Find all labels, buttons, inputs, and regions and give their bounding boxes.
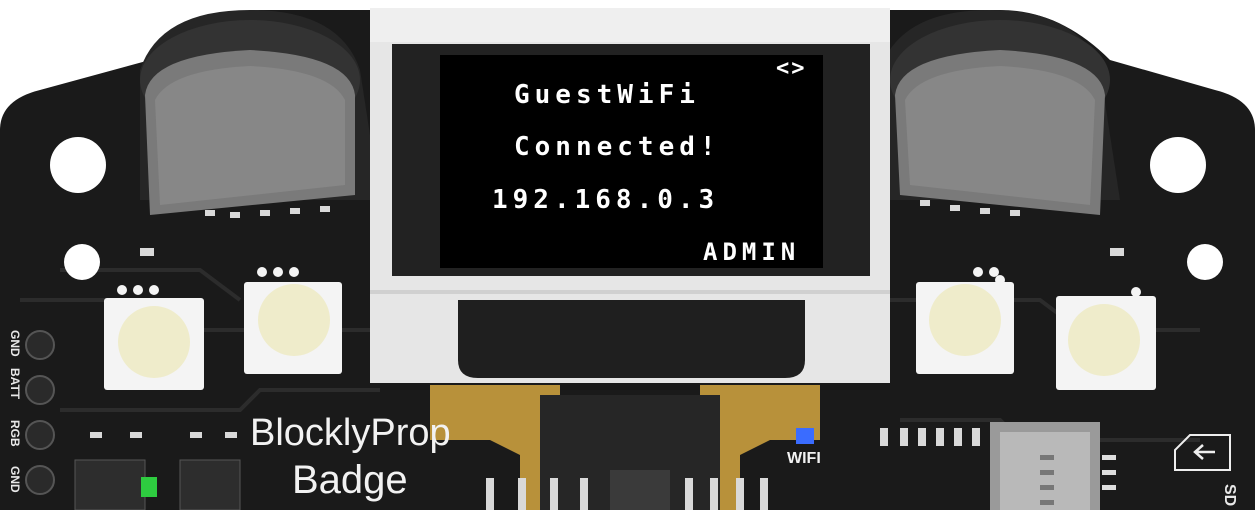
wifi-silk-label: WIFI — [787, 450, 821, 467]
connection-status: Connected! — [514, 132, 721, 162]
nav-arrows-indicator: <> — [776, 56, 807, 81]
sd-label: SD — [1221, 484, 1238, 507]
ip-address: 192.168.0.3 — [492, 185, 720, 215]
led-left-1 — [104, 285, 204, 390]
wifi-led — [796, 428, 814, 444]
pin-label-gnd-2: GND — [8, 466, 22, 493]
pin-label-batt: BATT — [8, 368, 22, 400]
admin-label: ADMIN — [703, 238, 801, 266]
sd-card-slot — [990, 422, 1116, 510]
wifi-network-name: GuestWiFi — [514, 80, 700, 110]
led-left-2 — [244, 267, 342, 374]
pin-label-gnd: GND — [8, 330, 22, 357]
pin-label-rgb: RGB — [8, 420, 22, 447]
led-right-1 — [916, 267, 1014, 374]
badge-board-graphic — [0, 8, 1255, 511]
badge-scene: <> GuestWiFi Connected! 192.168.0.3 ADMI… — [0, 0, 1255, 511]
led-right-2 — [1056, 287, 1156, 390]
status-led — [141, 477, 157, 497]
board-title-line1: BlocklyProp — [250, 412, 451, 454]
board-title-line2: Badge — [292, 458, 408, 502]
